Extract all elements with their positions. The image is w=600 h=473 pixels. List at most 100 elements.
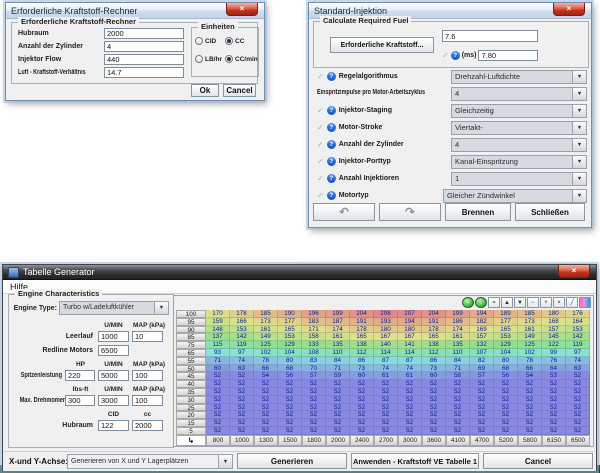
ve-cell[interactable]: 52 bbox=[518, 380, 542, 388]
ve-cell[interactable]: 52 bbox=[206, 427, 230, 435]
ve-cell[interactable]: 52 bbox=[302, 404, 326, 412]
ve-cell[interactable]: 52 bbox=[278, 411, 302, 419]
engine-type-dropdown[interactable]: Turbo w/Ladeluftkühler ▼ bbox=[59, 301, 169, 315]
ve-cell[interactable]: 52 bbox=[326, 419, 350, 427]
ve-cell[interactable]: 52 bbox=[494, 396, 518, 404]
ve-cell[interactable]: 52 bbox=[326, 380, 350, 388]
idle-rpm-input[interactable] bbox=[98, 331, 129, 342]
ve-cell[interactable]: 52 bbox=[230, 419, 254, 427]
y-axis-cell[interactable]: 85 bbox=[176, 333, 206, 341]
close-icon[interactable]: × bbox=[226, 3, 258, 16]
ve-cell[interactable]: 189 bbox=[494, 310, 518, 318]
ms-value-input[interactable] bbox=[478, 50, 538, 61]
field-input[interactable] bbox=[104, 28, 184, 39]
ok-button[interactable]: Ok bbox=[191, 84, 219, 97]
ve-cell[interactable]: 166 bbox=[230, 318, 254, 326]
ve-cell[interactable]: 52 bbox=[566, 419, 590, 427]
ve-cell[interactable]: 102 bbox=[518, 349, 542, 357]
ve-cell[interactable]: 129 bbox=[494, 341, 518, 349]
ve-cell[interactable]: 54 bbox=[254, 372, 278, 380]
ve-cell[interactable]: 52 bbox=[518, 427, 542, 435]
ve-cell[interactable]: 52 bbox=[206, 411, 230, 419]
ve-cell[interactable]: 71 bbox=[206, 357, 230, 365]
ve-cell[interactable]: 52 bbox=[230, 427, 254, 435]
x-axis-cell[interactable]: 4100 bbox=[446, 435, 470, 446]
ve-cell[interactable]: 52 bbox=[278, 388, 302, 396]
axis-mode-dropdown[interactable]: Generieren von X und Y Lagerplätzen ▼ bbox=[67, 454, 233, 469]
ve-cell[interactable]: 177 bbox=[494, 318, 518, 326]
ve-cell[interactable]: 58 bbox=[446, 372, 470, 380]
ve-cell[interactable]: 52 bbox=[230, 411, 254, 419]
ve-cell[interactable]: 52 bbox=[374, 411, 398, 419]
ve-cell[interactable]: 137 bbox=[206, 333, 230, 341]
ve-cell[interactable]: 52 bbox=[230, 372, 254, 380]
help-icon[interactable]: ? bbox=[451, 51, 460, 60]
ve-cell[interactable]: 112 bbox=[422, 349, 446, 357]
ve-cell[interactable]: 52 bbox=[470, 388, 494, 396]
ve-cell[interactable]: 52 bbox=[566, 411, 590, 419]
ve-cell[interactable]: 52 bbox=[518, 396, 542, 404]
ve-cell[interactable]: 52 bbox=[518, 388, 542, 396]
ve-cell[interactable]: 52 bbox=[374, 419, 398, 427]
ve-cell[interactable]: 87 bbox=[374, 357, 398, 365]
ve-cell[interactable]: 80 bbox=[494, 357, 518, 365]
ve-cell[interactable]: 52 bbox=[206, 404, 230, 412]
ve-cell[interactable]: 52 bbox=[374, 388, 398, 396]
y-axis-cell[interactable]: 45 bbox=[176, 372, 206, 380]
ve-cell[interactable]: 97 bbox=[566, 349, 590, 357]
palette-icon[interactable] bbox=[579, 297, 591, 308]
ve-cell[interactable]: 52 bbox=[542, 388, 566, 396]
cancel-button[interactable]: Cancel bbox=[223, 84, 256, 97]
ve-cell[interactable]: 178 bbox=[230, 310, 254, 318]
ve-cell[interactable]: 52 bbox=[470, 411, 494, 419]
ve-cell[interactable]: 52 bbox=[350, 404, 374, 412]
ve-cell[interactable]: 74 bbox=[398, 365, 422, 373]
axis-flip-icon[interactable]: ↳ bbox=[176, 435, 206, 446]
ve-cell[interactable]: 52 bbox=[566, 427, 590, 435]
ve-cell[interactable]: 186 bbox=[446, 318, 470, 326]
ve-cell[interactable]: 182 bbox=[470, 318, 494, 326]
ve-cell[interactable]: 142 bbox=[230, 333, 254, 341]
close-dialog-button[interactable]: Schließen bbox=[515, 203, 585, 221]
ve-cell[interactable]: 84 bbox=[326, 357, 350, 365]
ve-cell[interactable]: 183 bbox=[302, 318, 326, 326]
multiply-icon[interactable]: × bbox=[553, 297, 565, 308]
y-axis-cell[interactable]: 20 bbox=[176, 411, 206, 419]
ve-cell[interactable]: 114 bbox=[398, 349, 422, 357]
ve-cell[interactable]: 180 bbox=[398, 326, 422, 334]
ve-cell[interactable]: 73 bbox=[422, 365, 446, 373]
field-input[interactable] bbox=[104, 41, 184, 52]
ve-cell[interactable]: 66 bbox=[254, 365, 278, 373]
ve-cell[interactable]: 52 bbox=[254, 396, 278, 404]
x-axis-cell[interactable]: 6150 bbox=[542, 435, 566, 446]
x-axis-cell[interactable]: 4700 bbox=[470, 435, 494, 446]
ve-cell[interactable]: 129 bbox=[278, 341, 302, 349]
ve-cell[interactable]: 149 bbox=[254, 333, 278, 341]
burn-button[interactable]: Brennen bbox=[445, 203, 511, 221]
window-titlebar[interactable]: Tabelle Generator × bbox=[3, 265, 596, 280]
ve-cell[interactable]: 178 bbox=[350, 326, 374, 334]
required-fuel-value-input[interactable] bbox=[442, 30, 538, 42]
ve-cell[interactable]: 60 bbox=[350, 372, 374, 380]
undo-button[interactable]: ↶ bbox=[313, 203, 375, 221]
help-icon[interactable]: ? bbox=[327, 123, 336, 132]
ve-cell[interactable]: 78 bbox=[254, 357, 278, 365]
ve-cell[interactable]: 64 bbox=[542, 365, 566, 373]
y-axis-cell[interactable]: 35 bbox=[176, 388, 206, 396]
ve-cell[interactable]: 52 bbox=[230, 380, 254, 388]
ve-cell[interactable]: 161 bbox=[446, 333, 470, 341]
ve-cell[interactable]: 61 bbox=[374, 372, 398, 380]
max-torque-rpm-input[interactable] bbox=[98, 395, 129, 406]
y-axis-cell[interactable]: 25 bbox=[176, 404, 206, 412]
ve-cell[interactable]: 161 bbox=[518, 326, 542, 334]
ve-cell[interactable]: 185 bbox=[254, 310, 278, 318]
y-axis-cell[interactable]: 55 bbox=[176, 357, 206, 365]
ve-cell[interactable]: 52 bbox=[254, 411, 278, 419]
ve-cell[interactable]: 52 bbox=[398, 411, 422, 419]
field-input[interactable] bbox=[104, 54, 184, 65]
ve-cell[interactable]: 66 bbox=[518, 365, 542, 373]
ve-cell[interactable]: 52 bbox=[470, 404, 494, 412]
ve-cell[interactable]: 148 bbox=[206, 326, 230, 334]
ve-cell[interactable]: 52 bbox=[446, 411, 470, 419]
ve-cell[interactable]: 63 bbox=[566, 365, 590, 373]
